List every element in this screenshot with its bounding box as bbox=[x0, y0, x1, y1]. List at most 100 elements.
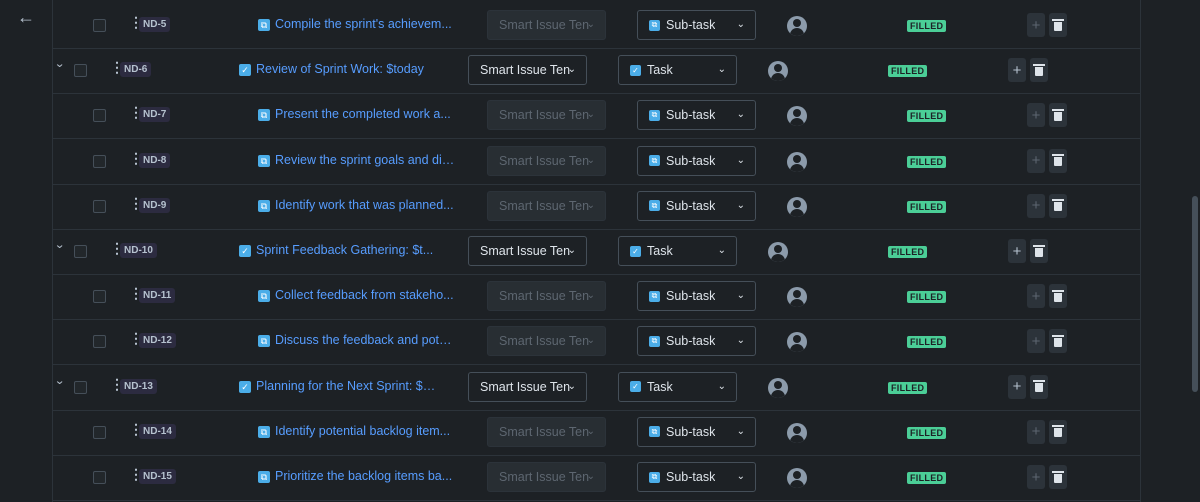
issue-title-link[interactable]: Review of Sprint Work: $today bbox=[256, 62, 424, 76]
issue-key[interactable]: ND-5 bbox=[139, 17, 171, 32]
subtask-type-icon: ⧉ bbox=[258, 335, 270, 348]
template-select[interactable]: Smart Issue Ten ⌄ bbox=[468, 55, 587, 86]
subtask-type-icon: ⧉ bbox=[649, 335, 660, 347]
add-subtask-button[interactable]: + bbox=[1008, 374, 1026, 399]
issue-title-link[interactable]: Discuss the feedback and pote... bbox=[275, 333, 455, 347]
issue-key[interactable]: ND-13 bbox=[120, 378, 157, 394]
add-subtask-button[interactable]: + bbox=[1027, 193, 1045, 218]
issue-title-link[interactable]: Present the completed work a... bbox=[275, 107, 451, 121]
chevron-down-icon: ⌄ bbox=[736, 199, 745, 211]
add-subtask-button[interactable]: + bbox=[1027, 465, 1045, 489]
scrollbar-thumb[interactable] bbox=[1192, 196, 1198, 392]
assignee-avatar-icon[interactable] bbox=[787, 196, 807, 217]
add-subtask-button[interactable]: + bbox=[1027, 419, 1045, 444]
issue-type-select[interactable]: ⧉ Sub-task ⌄ bbox=[637, 145, 756, 176]
row-checkbox[interactable] bbox=[93, 199, 106, 213]
row-checkbox[interactable] bbox=[93, 154, 106, 168]
row-checkbox[interactable] bbox=[93, 290, 106, 304]
template-select-value: Smart Issue Ten bbox=[499, 198, 590, 213]
template-select[interactable]: Smart Issue Ten ⌄ bbox=[468, 371, 587, 402]
add-subtask-button[interactable]: + bbox=[1008, 239, 1026, 263]
issue-type-select[interactable]: ✓ Task ⌄ bbox=[618, 236, 737, 266]
template-select-value: Smart Issue Ten bbox=[499, 153, 590, 168]
template-select: Smart Issue Ten ⌄ bbox=[487, 145, 606, 176]
delete-button[interactable] bbox=[1049, 13, 1067, 37]
assignee-avatar-icon[interactable] bbox=[768, 242, 788, 262]
issue-type-select[interactable]: ⧉ Sub-task ⌄ bbox=[637, 10, 756, 40]
add-subtask-button[interactable]: + bbox=[1027, 284, 1045, 309]
chevron-down-icon: ⌄ bbox=[586, 335, 595, 347]
issue-title-link[interactable]: Identify potential backlog item... bbox=[275, 424, 450, 438]
issue-type-select[interactable]: ⧉ Sub-task ⌄ bbox=[637, 416, 756, 447]
issue-type-select[interactable]: ⧉ Sub-task ⌄ bbox=[637, 190, 756, 221]
issue-title-link[interactable]: Prioritize the backlog items ba... bbox=[275, 469, 452, 483]
issue-key[interactable]: ND-10 bbox=[120, 243, 157, 258]
add-subtask-button[interactable]: + bbox=[1008, 58, 1026, 83]
assignee-avatar-icon[interactable] bbox=[787, 422, 807, 443]
issue-type-select[interactable]: ⧉ Sub-task ⌄ bbox=[637, 100, 756, 131]
assignee-avatar-icon[interactable] bbox=[787, 332, 807, 353]
issue-key[interactable]: ND-6 bbox=[120, 62, 152, 78]
add-subtask-button[interactable]: + bbox=[1027, 13, 1045, 37]
issue-type-select[interactable]: ✓ Task ⌄ bbox=[618, 371, 737, 402]
trash-icon bbox=[1033, 380, 1045, 393]
expand-chevron-icon[interactable]: ⌄ bbox=[54, 238, 65, 251]
assignee-avatar-icon[interactable] bbox=[787, 16, 807, 36]
issue-title-link[interactable]: Sprint Feedback Gathering: $t... bbox=[256, 243, 433, 257]
delete-button[interactable] bbox=[1049, 284, 1067, 309]
issue-key[interactable]: ND-11 bbox=[139, 288, 176, 304]
issue-title-link[interactable]: Compile the sprint's achievem... bbox=[275, 17, 452, 31]
template-select: Smart Issue Ten ⌄ bbox=[487, 416, 606, 447]
assignee-avatar-icon[interactable] bbox=[768, 377, 788, 398]
row-checkbox[interactable] bbox=[74, 245, 87, 258]
trash-icon bbox=[1052, 425, 1064, 438]
row-checkbox[interactable] bbox=[93, 19, 106, 32]
delete-button[interactable] bbox=[1030, 374, 1048, 399]
issue-type-select[interactable]: ⧉ Sub-task ⌄ bbox=[637, 462, 756, 492]
assignee-avatar-icon[interactable] bbox=[787, 468, 807, 488]
issue-type-select[interactable]: ⧉ Sub-task ⌄ bbox=[637, 281, 756, 312]
add-subtask-button[interactable]: + bbox=[1027, 329, 1045, 354]
row-checkbox[interactable] bbox=[74, 64, 87, 78]
issue-title-link[interactable]: Planning for the Next Sprint: $t... bbox=[256, 379, 436, 393]
delete-button[interactable] bbox=[1049, 465, 1067, 489]
assignee-avatar-icon[interactable] bbox=[787, 106, 807, 127]
row-checkbox[interactable] bbox=[93, 335, 106, 349]
trash-icon bbox=[1052, 154, 1064, 167]
chevron-down-icon: ⌄ bbox=[586, 425, 595, 437]
row-checkbox[interactable] bbox=[93, 471, 106, 484]
delete-button[interactable] bbox=[1049, 193, 1067, 218]
delete-button[interactable] bbox=[1030, 58, 1048, 83]
template-select[interactable]: Smart Issue Ten ⌄ bbox=[468, 236, 587, 266]
delete-button[interactable] bbox=[1049, 103, 1067, 128]
status-badge: FILLED bbox=[907, 110, 947, 123]
issue-title-link[interactable]: Collect feedback from stakeho... bbox=[275, 288, 454, 302]
assignee-avatar-icon[interactable] bbox=[787, 287, 807, 308]
row-checkbox[interactable] bbox=[93, 109, 106, 123]
issue-key[interactable]: ND-14 bbox=[139, 423, 176, 439]
delete-button[interactable] bbox=[1049, 419, 1067, 444]
scrollbar-track[interactable] bbox=[1190, 0, 1200, 502]
arrow-left-icon: ← bbox=[17, 6, 35, 27]
issue-type-select[interactable]: ⧉ Sub-task ⌄ bbox=[637, 326, 756, 357]
issue-key[interactable]: ND-12 bbox=[139, 333, 176, 349]
issue-key[interactable]: ND-7 bbox=[139, 107, 171, 123]
add-subtask-button[interactable]: + bbox=[1027, 103, 1045, 128]
issue-key[interactable]: ND-9 bbox=[139, 197, 171, 213]
add-subtask-button[interactable]: + bbox=[1027, 148, 1045, 173]
row-checkbox[interactable] bbox=[74, 380, 87, 394]
issue-type-select[interactable]: ✓ Task ⌄ bbox=[618, 55, 737, 86]
delete-button[interactable] bbox=[1049, 329, 1067, 354]
expand-chevron-icon[interactable]: ⌄ bbox=[54, 374, 65, 387]
delete-button[interactable] bbox=[1049, 148, 1067, 173]
back-button[interactable]: ← bbox=[14, 6, 38, 28]
assignee-avatar-icon[interactable] bbox=[787, 151, 807, 172]
issue-title-link[interactable]: Identify work that was planned... bbox=[275, 198, 454, 212]
expand-chevron-icon[interactable]: ⌄ bbox=[54, 57, 65, 70]
issue-key[interactable]: ND-8 bbox=[139, 152, 171, 168]
delete-button[interactable] bbox=[1030, 239, 1048, 263]
issue-key[interactable]: ND-15 bbox=[139, 469, 176, 484]
assignee-avatar-icon[interactable] bbox=[768, 61, 788, 82]
row-checkbox[interactable] bbox=[93, 425, 106, 439]
issue-title-link[interactable]: Review the sprint goals and dis... bbox=[275, 153, 455, 167]
